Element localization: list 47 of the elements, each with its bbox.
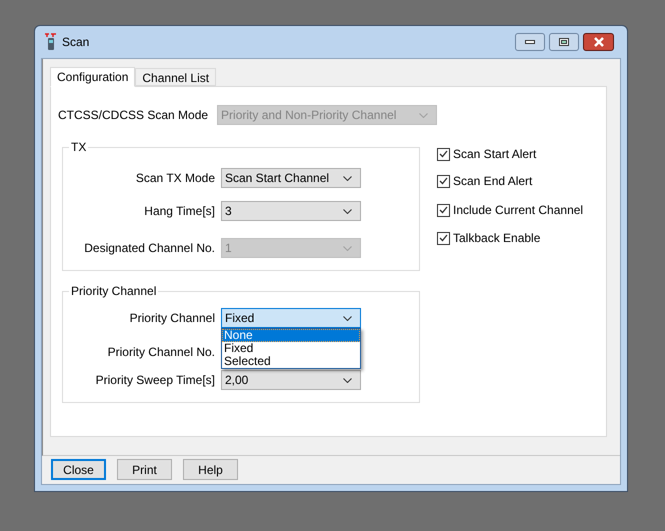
- dialog-button[interactable]: Print: [117, 459, 172, 480]
- dropdown[interactable]: Fixed: [221, 308, 361, 328]
- group-title: Priority Channel: [69, 284, 158, 298]
- checkmark-icon: [439, 177, 448, 185]
- dropdown-option[interactable]: None: [222, 329, 360, 342]
- field-label: Designated Channel No.: [84, 240, 215, 257]
- checkbox[interactable]: Scan Start Alert: [437, 147, 584, 161]
- close-icon: [592, 37, 604, 47]
- chevron-down-icon: [343, 176, 352, 180]
- field-label: CTCSS/CDCSS Scan Mode: [58, 107, 208, 124]
- close-button[interactable]: [583, 33, 614, 51]
- minimize-button[interactable]: [515, 33, 545, 51]
- checkbox[interactable]: Include Current Channel: [437, 203, 584, 217]
- group-title: TX: [69, 140, 88, 154]
- field-label: Hang Time[s]: [144, 203, 215, 220]
- chevron-down-icon: [343, 316, 352, 320]
- dropdown[interactable]: 3: [221, 201, 361, 221]
- field-label: Scan TX Mode: [136, 170, 215, 187]
- dropdown-option[interactable]: Selected: [222, 355, 360, 368]
- chevron-down-icon: [419, 112, 428, 118]
- dropdown-option[interactable]: Fixed: [222, 342, 360, 355]
- checkmark-icon: [439, 150, 448, 158]
- checkmark-icon: [439, 234, 448, 242]
- dropdown[interactable]: Scan Start Channel: [221, 168, 361, 188]
- tab[interactable]: Configuration: [50, 67, 136, 87]
- field-label: Priority Sweep Time[s]: [96, 372, 215, 389]
- tab[interactable]: Channel List: [135, 68, 216, 86]
- radio-icon: [44, 33, 58, 51]
- checkbox-box[interactable]: [437, 174, 450, 188]
- maximize-icon: [559, 38, 569, 46]
- chevron-down-icon: [343, 378, 352, 382]
- field-label: Priority Channel: [130, 310, 215, 327]
- chevron-down-icon: [343, 208, 352, 214]
- checkbox-box[interactable]: [437, 204, 450, 216]
- window-title: Scan: [62, 34, 90, 51]
- checkbox[interactable]: Scan End Alert: [437, 174, 584, 188]
- checkbox-box[interactable]: [437, 232, 450, 244]
- dialog-button[interactable]: Help: [183, 459, 238, 480]
- chevron-down-icon: [343, 246, 352, 250]
- checkbox[interactable]: Talkback Enable: [437, 231, 584, 245]
- minimize-icon: [525, 40, 535, 44]
- dialog-button[interactable]: Close: [51, 459, 106, 480]
- maximize-button[interactable]: [549, 33, 579, 51]
- dropdown[interactable]: 2,00: [221, 370, 361, 390]
- field-label: Priority Channel No.: [108, 344, 215, 361]
- checkbox-box[interactable]: [437, 148, 450, 160]
- checkmark-icon: [439, 206, 448, 214]
